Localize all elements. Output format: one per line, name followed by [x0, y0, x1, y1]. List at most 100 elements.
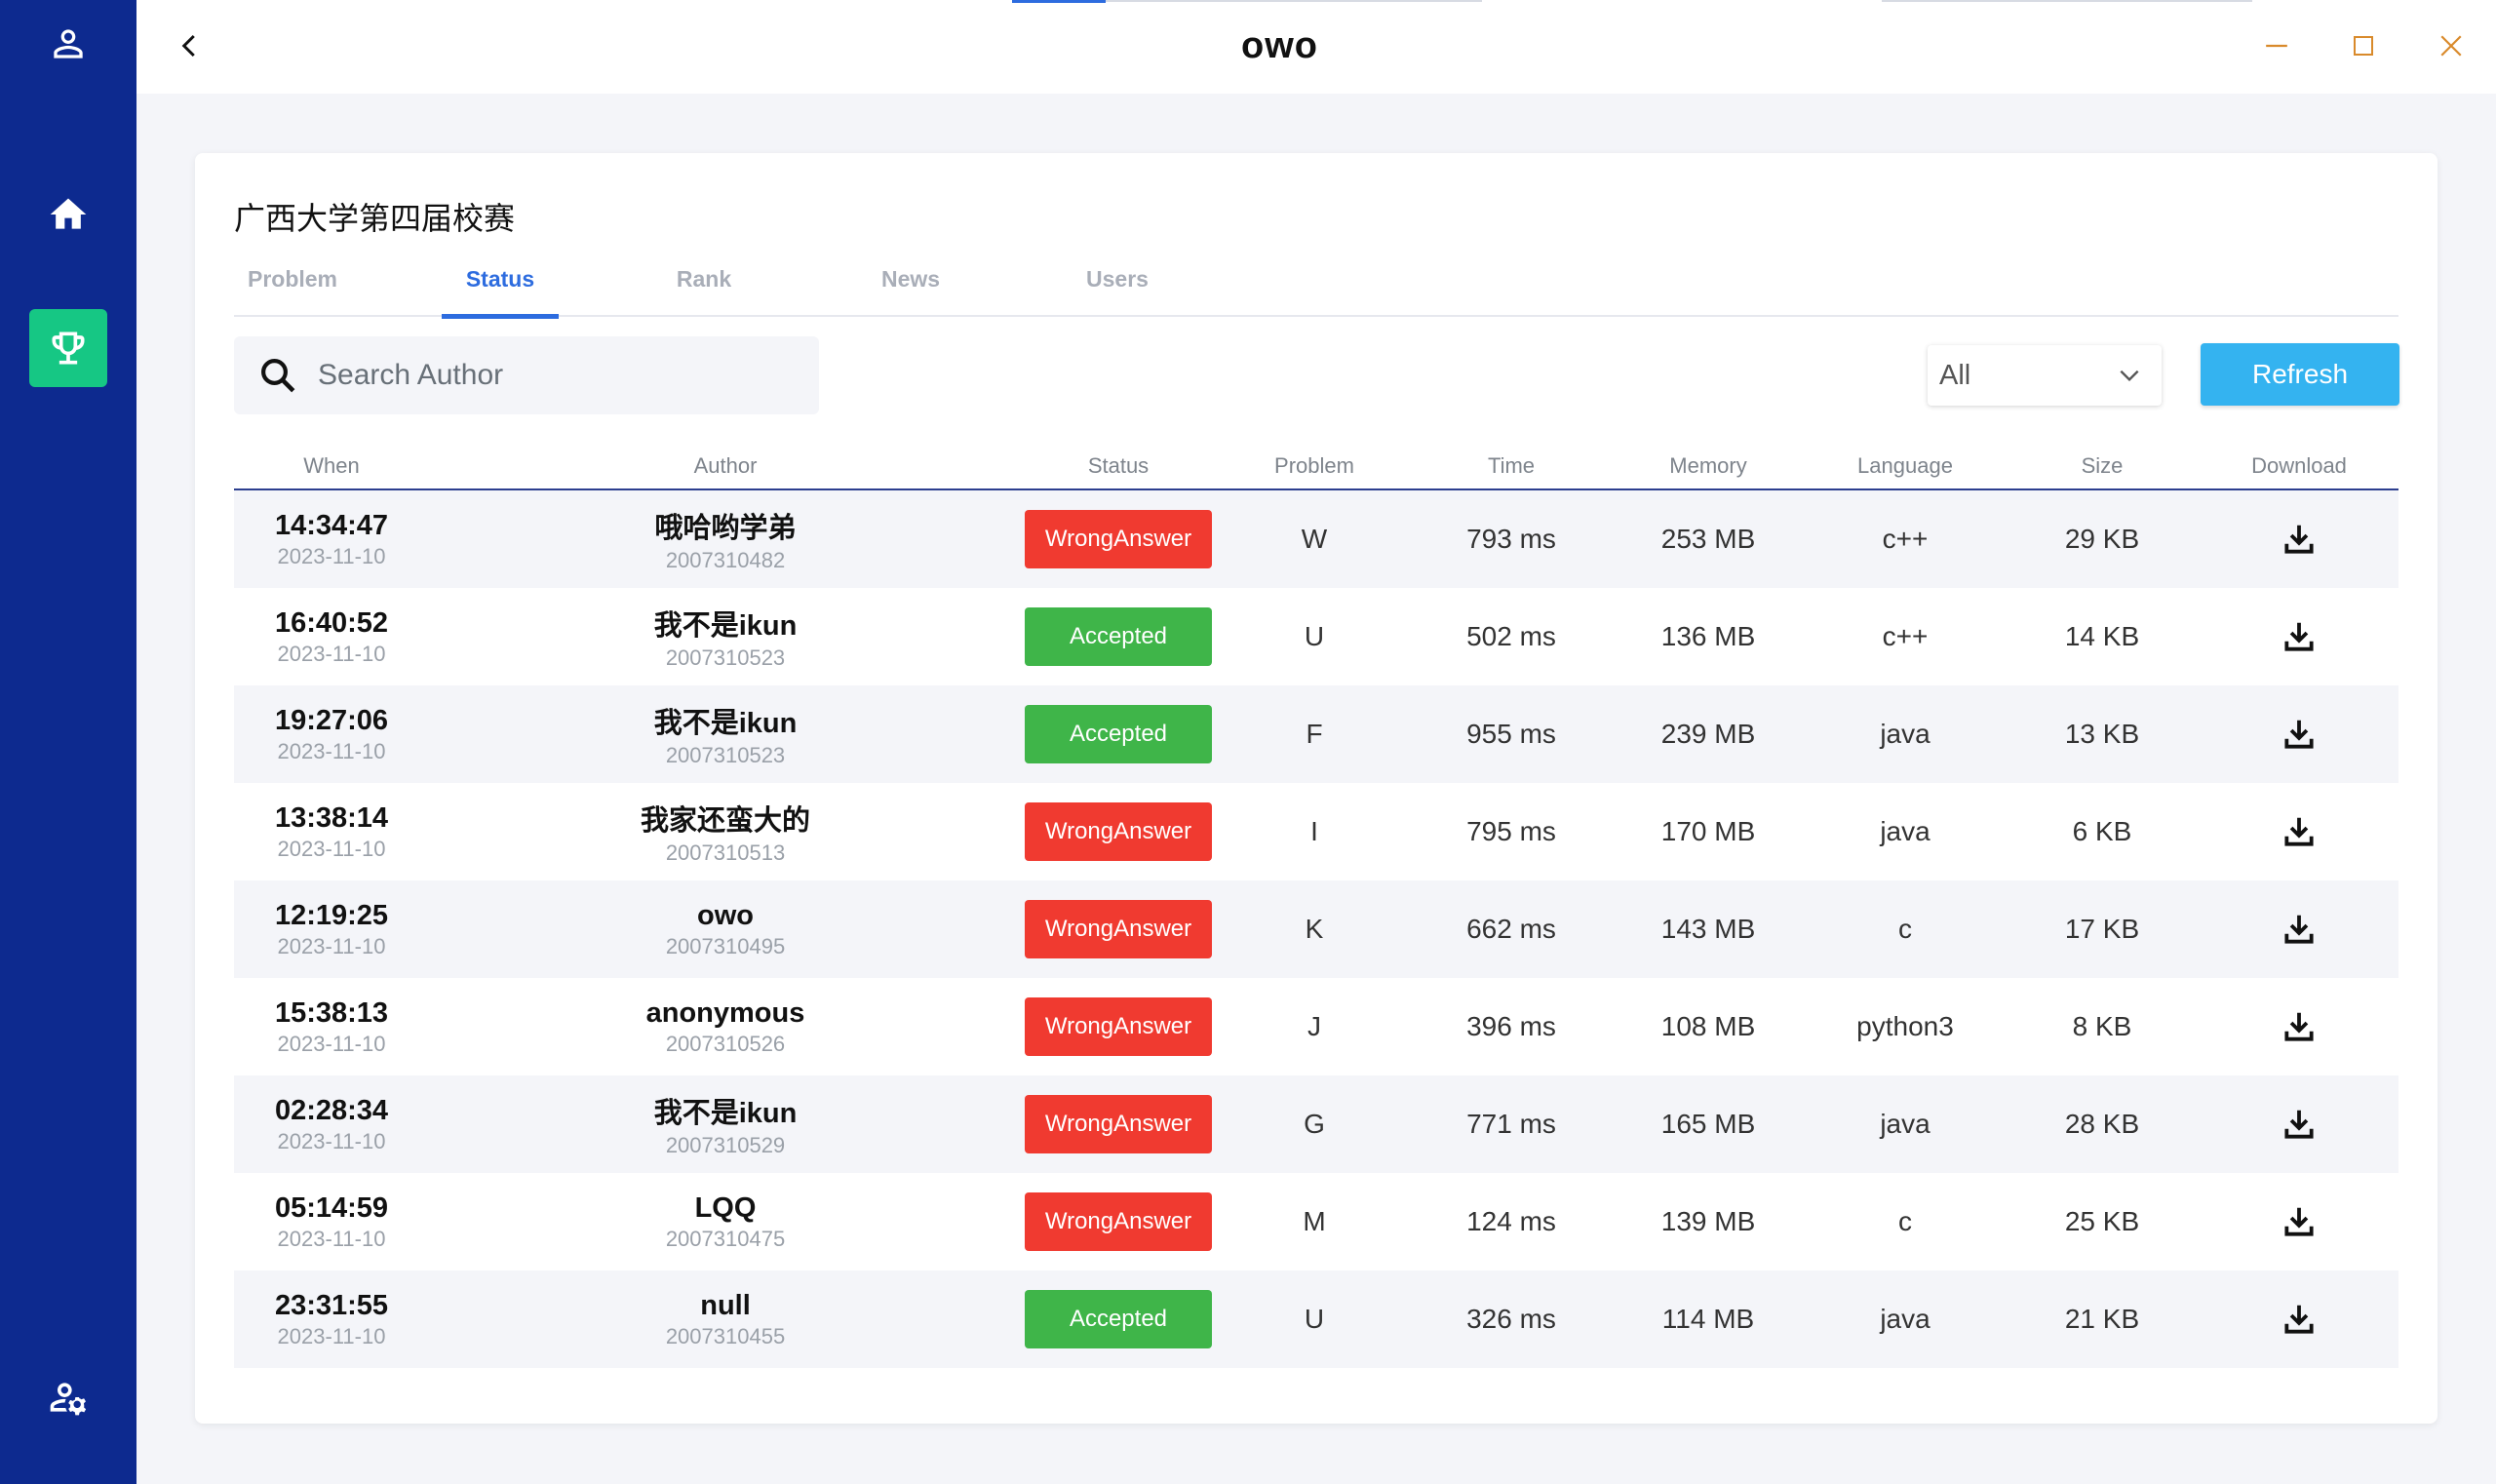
memory-cell: 170 MB [1660, 816, 1756, 846]
author-name[interactable]: 我不是ikun [654, 603, 798, 644]
problem-cell[interactable]: M [1303, 1173, 1325, 1270]
submit-date: 2023-11-10 [277, 1031, 386, 1056]
author-name[interactable]: 我家还蛮大的 [641, 798, 810, 839]
table-row[interactable]: 16:40:52 2023-11-10 我不是ikun 2007310523 Accep… [234, 588, 2398, 685]
table-row[interactable]: 19:27:06 2023-11-10 我不是ikun 2007310523 Accep… [234, 685, 2398, 783]
status-filter-select[interactable]: All [1928, 345, 2162, 406]
status-badge[interactable]: WrongAnswer [1025, 1095, 1212, 1153]
status-cell: WrongAnswer [1025, 978, 1212, 1075]
refresh-button[interactable]: Refresh [2201, 343, 2399, 406]
download-icon [2284, 817, 2314, 846]
sidebar-item-contests[interactable] [29, 309, 107, 387]
tab-problem[interactable]: Problem [229, 266, 356, 317]
table-row[interactable]: 12:19:25 2023-11-10 owo 2007310495 WrongAnsw… [234, 880, 2398, 978]
author-name[interactable]: 我不是ikun [654, 700, 798, 741]
time-cell: 955 ms [1466, 719, 1556, 749]
status-badge[interactable]: Accepted [1025, 1290, 1212, 1348]
problem-cell[interactable]: U [1305, 1270, 1324, 1368]
status-badge[interactable]: WrongAnswer [1025, 1192, 1212, 1251]
author-name[interactable]: anonymous [646, 997, 805, 1030]
status-cell: Accepted [1025, 588, 1212, 685]
download-button[interactable] [2281, 588, 2318, 685]
memory-cell: 108 MB [1660, 1011, 1756, 1041]
tab-news[interactable]: News [847, 266, 974, 317]
status-badge[interactable]: Accepted [1025, 607, 1212, 666]
download-button[interactable] [2281, 685, 2318, 783]
download-button[interactable] [2281, 880, 2318, 978]
size-cell: 14 KB [2064, 621, 2140, 651]
size-cell: 8 KB [2072, 1011, 2132, 1041]
memory-cell: 253 MB [1660, 524, 1756, 554]
memory-cell: 114 MB [1661, 1304, 1755, 1334]
download-button[interactable] [2281, 783, 2318, 880]
submit-date: 2023-11-10 [277, 1128, 386, 1153]
home-icon [50, 198, 87, 229]
problem-cell[interactable]: J [1307, 978, 1321, 1075]
status-badge[interactable]: WrongAnswer [1025, 510, 1212, 568]
table-row[interactable]: 15:38:13 2023-11-10 anonymous 2007310526 Wro… [234, 978, 2398, 1075]
column-header-memory: Memory [1669, 453, 1747, 478]
table-row[interactable]: 23:31:55 2023-11-10 null 2007310455 Accepted… [234, 1270, 2398, 1368]
sidebar [0, 0, 136, 1484]
search-input[interactable] [318, 359, 786, 392]
download-button[interactable] [2281, 978, 2318, 1075]
close-button[interactable] [2427, 21, 2476, 70]
download-button[interactable] [2281, 1270, 2318, 1368]
maximize-button[interactable] [2339, 21, 2388, 70]
sidebar-item-home[interactable] [29, 176, 107, 254]
column-header-problem: Problem [1274, 453, 1354, 478]
tab-rank[interactable]: Rank [641, 266, 767, 317]
author-id: 2007310495 [665, 933, 786, 958]
download-button[interactable] [2281, 490, 2318, 588]
table-row[interactable]: 14:34:47 2023-11-10 哦哈哟学弟 2007310482 WrongAn… [234, 490, 2398, 588]
problem-cell[interactable]: G [1304, 1075, 1325, 1173]
when-cell: 12:19:25 2023-11-10 [275, 880, 388, 978]
time-cell: 795 ms [1466, 816, 1556, 846]
minimize-button[interactable] [2252, 21, 2301, 70]
language-cell: c [1898, 914, 1912, 944]
problem-cell[interactable]: K [1306, 880, 1324, 978]
tab-status[interactable]: Status [437, 266, 564, 319]
problem-cell[interactable]: I [1310, 783, 1318, 880]
status-badge[interactable]: WrongAnswer [1025, 997, 1212, 1056]
author-cell: 我不是ikun 2007310529 [654, 1075, 798, 1173]
author-id: 2007310475 [665, 1226, 786, 1251]
author-name[interactable]: LQQ [695, 1192, 757, 1225]
chevron-down-icon [2120, 370, 2139, 382]
status-cell: WrongAnswer [1025, 1173, 1212, 1270]
author-id: 2007310523 [665, 743, 786, 767]
tab-users[interactable]: Users [1054, 266, 1181, 317]
column-header-language: Language [1857, 453, 1953, 478]
author-cell: 我不是ikun 2007310523 [654, 588, 798, 685]
download-button[interactable] [2281, 1173, 2318, 1270]
author-cell: 哦哈哟学弟 2007310482 [654, 490, 796, 588]
column-header-status: Status [1087, 453, 1150, 478]
problem-cell[interactable]: U [1305, 588, 1324, 685]
status-badge[interactable]: WrongAnswer [1025, 900, 1212, 958]
status-badge[interactable]: Accepted [1025, 705, 1212, 763]
size-cell: 25 KB [2064, 1206, 2140, 1236]
table-row[interactable]: 13:38:14 2023-11-10 我家还蛮大的 2007310513 WrongA… [234, 783, 2398, 880]
table-row[interactable]: 02:28:34 2023-11-10 我不是ikun 2007310529 Wrong… [234, 1075, 2398, 1173]
submit-date: 2023-11-10 [277, 543, 386, 568]
author-name[interactable]: 我不是ikun [654, 1090, 798, 1131]
top-divider-line [1106, 0, 1482, 2]
download-button[interactable] [2281, 1075, 2318, 1173]
author-id: 2007310523 [665, 645, 786, 670]
submit-date: 2023-11-10 [277, 836, 386, 861]
submit-time: 15:38:13 [274, 996, 389, 1029]
problem-cell[interactable]: W [1302, 490, 1327, 588]
sidebar-item-user-settings[interactable] [29, 1358, 107, 1436]
time-cell: 326 ms [1466, 1304, 1556, 1334]
author-name[interactable]: null [700, 1290, 751, 1322]
problem-cell[interactable]: F [1306, 685, 1322, 783]
author-name[interactable]: owo [697, 900, 754, 932]
sidebar-item-profile[interactable] [29, 5, 107, 83]
memory-cell: 143 MB [1660, 914, 1756, 944]
submit-time: 02:28:34 [274, 1094, 389, 1126]
status-badge[interactable]: WrongAnswer [1025, 802, 1212, 861]
author-name[interactable]: 哦哈哟学弟 [654, 505, 796, 546]
table-row[interactable]: 05:14:59 2023-11-10 LQQ 2007310475 WrongAnsw… [234, 1173, 2398, 1270]
tab-bar: Problem Status Rank News Users [234, 253, 2398, 319]
download-icon [2284, 1110, 2314, 1139]
